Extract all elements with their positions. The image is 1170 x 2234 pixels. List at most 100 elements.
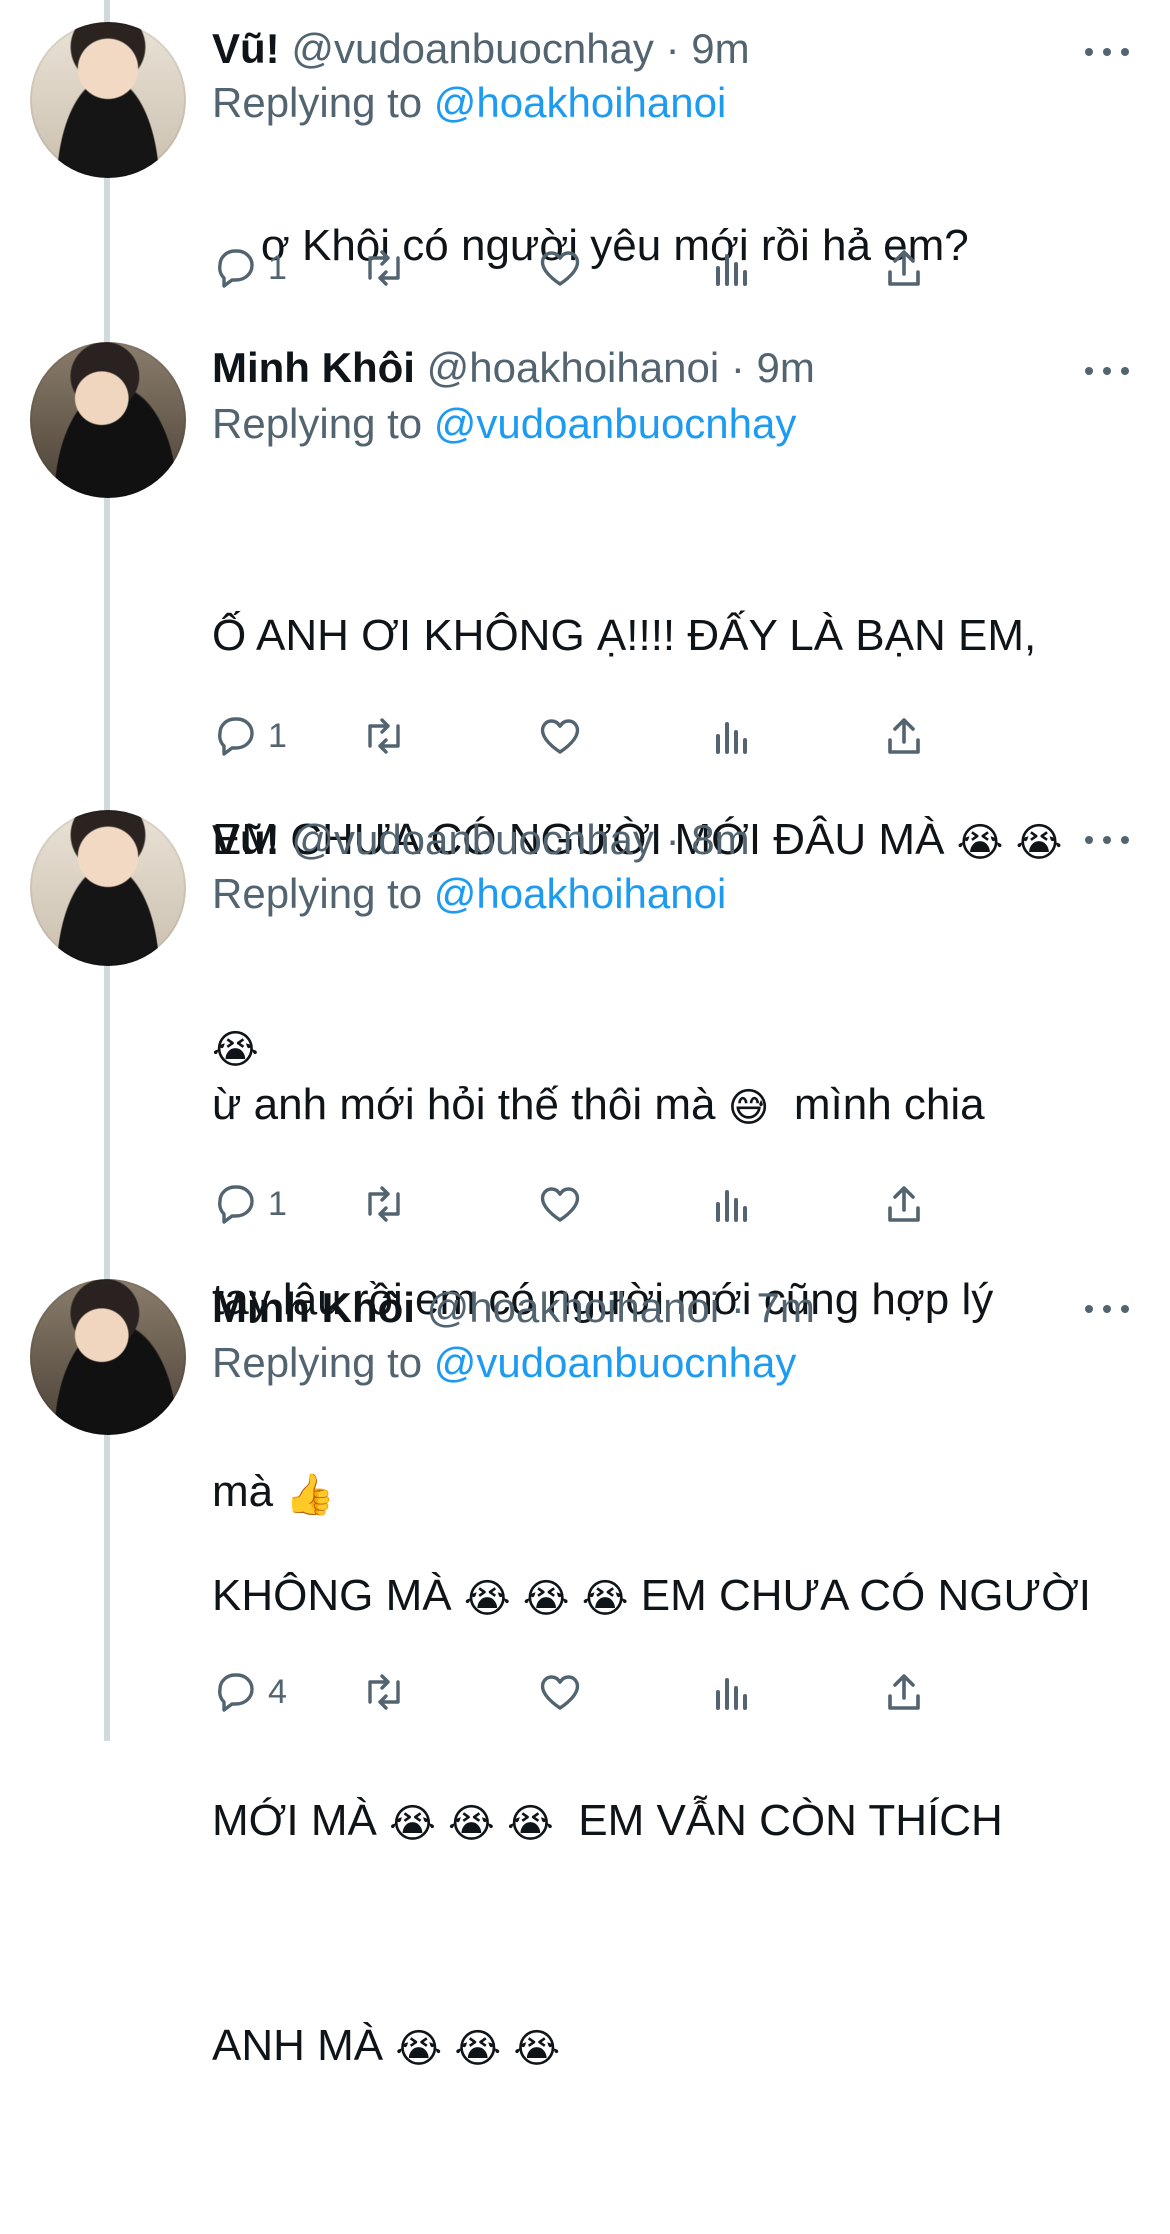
mention-link[interactable]: @hoakhoihanoi	[434, 870, 727, 917]
tweet-header: Vũ! @vudoanbuocnhay · 8m	[212, 813, 750, 867]
user-handle[interactable]: @hoakhoihanoi	[427, 344, 720, 391]
crying-emoji: 😭	[522, 1577, 570, 1621]
retweet-button[interactable]	[360, 1174, 408, 1234]
share-button[interactable]	[880, 1174, 928, 1234]
crying-emoji: 😭	[507, 1802, 554, 1846]
sweat-smile-emoji: 😅	[727, 1086, 770, 1130]
crying-emoji: 😭	[956, 821, 1004, 865]
reply-count: 1	[268, 716, 287, 755]
display-name[interactable]: Minh Khôi	[212, 344, 415, 391]
like-button[interactable]	[536, 1662, 584, 1722]
tweet-text-segment: ừ anh mới hỏi thế thôi mà	[212, 1080, 716, 1129]
more-icon[interactable]	[1085, 1302, 1129, 1316]
timestamp[interactable]: 9m	[757, 344, 815, 391]
tweet-text-segment: mình chia	[793, 1080, 985, 1129]
more-icon[interactable]	[1085, 45, 1129, 59]
share-icon	[888, 718, 920, 754]
reply-count: 4	[268, 1672, 287, 1711]
avatar[interactable]	[30, 810, 186, 966]
retweet-button[interactable]	[360, 1662, 408, 1722]
reply-icon	[218, 1673, 254, 1712]
retweet-icon	[368, 1674, 400, 1710]
mention-link[interactable]: @hoakhoihanoi	[434, 79, 727, 126]
share-button[interactable]	[880, 1662, 928, 1722]
tweet-header: Minh Khôi @hoakhoihanoi · 9m	[212, 341, 815, 395]
separator-dot: ·	[665, 816, 680, 863]
reply-count: 1	[268, 1184, 287, 1223]
replying-label: Replying to	[212, 870, 423, 917]
more-icon[interactable]	[1085, 833, 1129, 847]
analytics-icon	[716, 254, 747, 286]
avatar[interactable]	[30, 1279, 186, 1435]
tweet-actions: 1	[212, 706, 1112, 766]
share-button[interactable]	[880, 238, 928, 298]
crying-emoji: 😭	[513, 2027, 561, 2071]
tweet-text-segment: EM CHƯA CÓ NGƯỜI	[640, 1571, 1092, 1620]
heart-icon	[540, 251, 580, 286]
tweet-text-segment: MỚI MÀ	[212, 1796, 377, 1845]
heart-icon	[540, 1187, 580, 1222]
crying-emoji: 😭	[454, 2027, 502, 2071]
replying-label: Replying to	[212, 79, 423, 126]
display-name[interactable]: Vũ!	[212, 25, 280, 72]
crying-emoji: 😭	[395, 2027, 443, 2071]
analytics-icon	[716, 722, 747, 754]
tweet-text-line: KHÔNG MÀ 😭 😭 😭 EM CHƯA CÓ NGƯỜI	[212, 1559, 1112, 1636]
timestamp[interactable]: 9m	[691, 25, 749, 72]
reply-icon	[218, 1185, 254, 1224]
display-name[interactable]: Vũ!	[212, 816, 280, 863]
replying-to: Replying to @hoakhoihanoi	[212, 76, 726, 130]
tweet-text-line: MỚI MÀ 😭 😭 😭 EM VẪN CÒN THÍCH	[212, 1784, 1112, 1861]
share-icon	[888, 250, 920, 286]
user-handle[interactable]: @hoakhoihanoi	[427, 1284, 720, 1331]
tweet-actions: 1	[212, 1174, 1112, 1234]
retweet-button[interactable]	[360, 238, 408, 298]
tweet-text-line: Ố ANH ƠI KHÔNG Ạ!!!! ĐẤY LÀ BẠN EM,	[212, 611, 1037, 660]
reply-button[interactable]: 1	[212, 706, 287, 766]
crying-emoji: 😭	[448, 1802, 495, 1846]
mention-link[interactable]: @vudoanbuocnhay	[434, 400, 797, 447]
avatar[interactable]	[30, 22, 186, 178]
separator-dot: ·	[730, 344, 745, 391]
like-button[interactable]	[536, 706, 584, 766]
timestamp[interactable]: 7m	[757, 1284, 815, 1331]
analytics-icon	[716, 1678, 747, 1710]
replying-to: Replying to @vudoanbuocnhay	[212, 1336, 796, 1390]
like-button[interactable]	[536, 238, 584, 298]
crying-emoji: 😭	[389, 1802, 436, 1846]
tweet-actions: 1	[212, 238, 1112, 298]
reply-button[interactable]: 1	[212, 238, 287, 298]
views-button[interactable]	[708, 238, 756, 298]
mention-link[interactable]: @vudoanbuocnhay	[434, 1339, 797, 1386]
user-handle[interactable]: @vudoanbuocnhay	[291, 25, 654, 72]
heart-icon	[540, 1675, 580, 1710]
like-button[interactable]	[536, 1174, 584, 1234]
replying-label: Replying to	[212, 400, 423, 447]
avatar[interactable]	[30, 342, 186, 498]
tweet-text-segment: KHÔNG MÀ	[212, 1571, 452, 1620]
tweet-text-line: ANH MÀ 😭 😭 😭	[212, 2009, 1112, 2086]
separator-dot: ·	[665, 25, 680, 72]
share-button[interactable]	[880, 706, 928, 766]
reply-button[interactable]: 1	[212, 1174, 287, 1234]
display-name[interactable]: Minh Khôi	[212, 1284, 415, 1331]
more-icon[interactable]	[1085, 364, 1129, 378]
analytics-icon	[716, 1190, 747, 1222]
share-icon	[888, 1186, 920, 1222]
retweet-button[interactable]	[360, 706, 408, 766]
retweet-icon	[368, 250, 400, 286]
views-button[interactable]	[708, 1174, 756, 1234]
crying-emoji: 😭	[581, 1577, 629, 1621]
views-button[interactable]	[708, 1662, 756, 1722]
tweet-header: Minh Khôi @hoakhoihanoi · 7m	[212, 1281, 815, 1335]
tweet-header: Vũ! @vudoanbuocnhay · 9m	[212, 22, 750, 76]
user-handle[interactable]: @vudoanbuocnhay	[291, 816, 654, 863]
timestamp[interactable]: 8m	[691, 816, 749, 863]
reply-button[interactable]: 4	[212, 1662, 287, 1722]
reply-icon	[218, 249, 254, 288]
reply-count: 1	[268, 248, 287, 287]
views-button[interactable]	[708, 706, 756, 766]
reply-icon	[218, 717, 254, 756]
tweet-text-line: ừ anh mới hỏi thế thôi mà 😅 mình chia	[212, 1073, 1112, 1140]
tweet-text-segment: ANH MÀ	[212, 2021, 384, 2070]
